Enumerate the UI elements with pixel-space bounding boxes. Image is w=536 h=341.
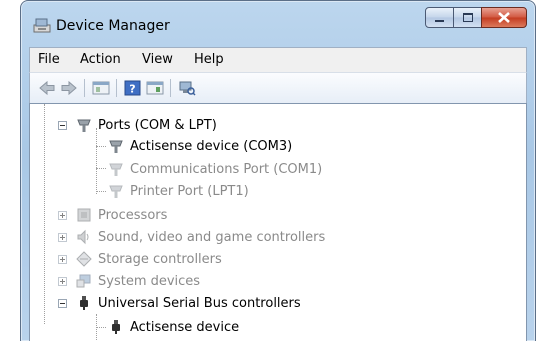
menu-action[interactable]: Action bbox=[80, 52, 121, 67]
close-icon bbox=[498, 12, 510, 23]
usb-icon bbox=[80, 296, 88, 310]
help-icon[interactable]: ? bbox=[124, 80, 142, 96]
maximize-button[interactable] bbox=[453, 7, 482, 28]
port-icon bbox=[109, 163, 123, 176]
scan-hardware-icon[interactable] bbox=[178, 80, 196, 96]
minimize-icon bbox=[435, 20, 444, 22]
minimize-button[interactable] bbox=[425, 7, 454, 28]
tree-node-label: Printer Port (LPT1) bbox=[130, 183, 249, 199]
tree-node-label: Actisense device (COM3) bbox=[130, 138, 293, 154]
usb-icon bbox=[112, 320, 120, 334]
device-tree: Ports (COM & LPT) Actisense device (COM3… bbox=[29, 103, 527, 341]
tree-node-label: Actisense device bbox=[130, 319, 240, 335]
properties-icon[interactable] bbox=[92, 80, 110, 96]
tree-node-label: Communications Port (COM1) bbox=[130, 161, 323, 177]
tree-line bbox=[96, 168, 106, 170]
system-devices-icon bbox=[76, 274, 91, 288]
menu-file[interactable]: File bbox=[38, 52, 60, 67]
tree-node-system-devices[interactable]: System devices bbox=[76, 271, 200, 291]
close-button[interactable] bbox=[481, 7, 527, 28]
expand-storage-toggle[interactable] bbox=[58, 255, 67, 264]
svg-text:?: ? bbox=[129, 83, 135, 96]
tree-node-communications-port[interactable]: Communications Port (COM1) bbox=[108, 159, 322, 179]
expand-sound-toggle[interactable] bbox=[58, 233, 67, 242]
window-title: Device Manager bbox=[56, 18, 170, 34]
storage-controller-icon bbox=[76, 251, 92, 267]
collapse-ports-toggle[interactable] bbox=[58, 121, 67, 130]
collapse-usb-toggle[interactable] bbox=[58, 299, 67, 308]
tree-line bbox=[96, 128, 98, 194]
port-icon bbox=[77, 119, 91, 132]
tree-node-label: System devices bbox=[98, 273, 201, 289]
device-manager-window: Device Manager File Action View Help ? P… bbox=[20, 0, 536, 341]
port-icon bbox=[109, 185, 123, 198]
speaker-icon bbox=[77, 229, 89, 245]
port-icon bbox=[109, 140, 123, 153]
back-arrow-icon[interactable] bbox=[38, 80, 56, 96]
expand-processors-toggle[interactable] bbox=[58, 211, 67, 220]
maximize-icon bbox=[462, 13, 473, 22]
expand-system-devices-toggle[interactable] bbox=[58, 277, 67, 286]
device-manager-icon bbox=[33, 18, 51, 33]
tree-node-label: Universal Serial Bus controllers bbox=[98, 295, 301, 311]
tree-line bbox=[44, 104, 46, 324]
tree-node-storage[interactable]: Storage controllers bbox=[76, 249, 222, 269]
title-bar[interactable]: Device Manager bbox=[21, 1, 535, 39]
tree-line bbox=[96, 327, 106, 329]
toolbar-separator bbox=[84, 79, 85, 97]
tree-line bbox=[96, 146, 106, 148]
menu-view[interactable]: View bbox=[142, 52, 173, 67]
tree-node-label: Ports (COM & LPT) bbox=[98, 117, 217, 133]
processor-icon bbox=[77, 208, 91, 222]
tree-node-actisense-com3[interactable]: Actisense device (COM3) bbox=[108, 136, 292, 156]
tree-node-usb-controllers[interactable]: Universal Serial Bus controllers bbox=[76, 293, 301, 313]
tree-node-usb-actisense[interactable]: Actisense device bbox=[108, 317, 239, 337]
menu-help[interactable]: Help bbox=[194, 52, 224, 67]
toolbar-separator bbox=[170, 79, 171, 97]
tree-node-ports[interactable]: Ports (COM & LPT) bbox=[76, 115, 217, 135]
tree-line bbox=[96, 191, 106, 193]
update-driver-icon[interactable] bbox=[146, 80, 164, 96]
menu-bar: File Action View Help bbox=[29, 47, 527, 72]
tree-node-label: Storage controllers bbox=[98, 251, 222, 267]
tree-node-label: Processors bbox=[98, 207, 168, 223]
tree-node-label: Sound, video and game controllers bbox=[98, 229, 326, 245]
toolbar-separator bbox=[116, 79, 117, 97]
toolbar: ? bbox=[29, 72, 527, 104]
tree-node-printer-port[interactable]: Printer Port (LPT1) bbox=[108, 181, 249, 201]
tree-node-sound[interactable]: Sound, video and game controllers bbox=[76, 227, 325, 247]
tree-node-processors[interactable]: Processors bbox=[76, 205, 167, 225]
forward-arrow-icon[interactable] bbox=[60, 80, 78, 96]
